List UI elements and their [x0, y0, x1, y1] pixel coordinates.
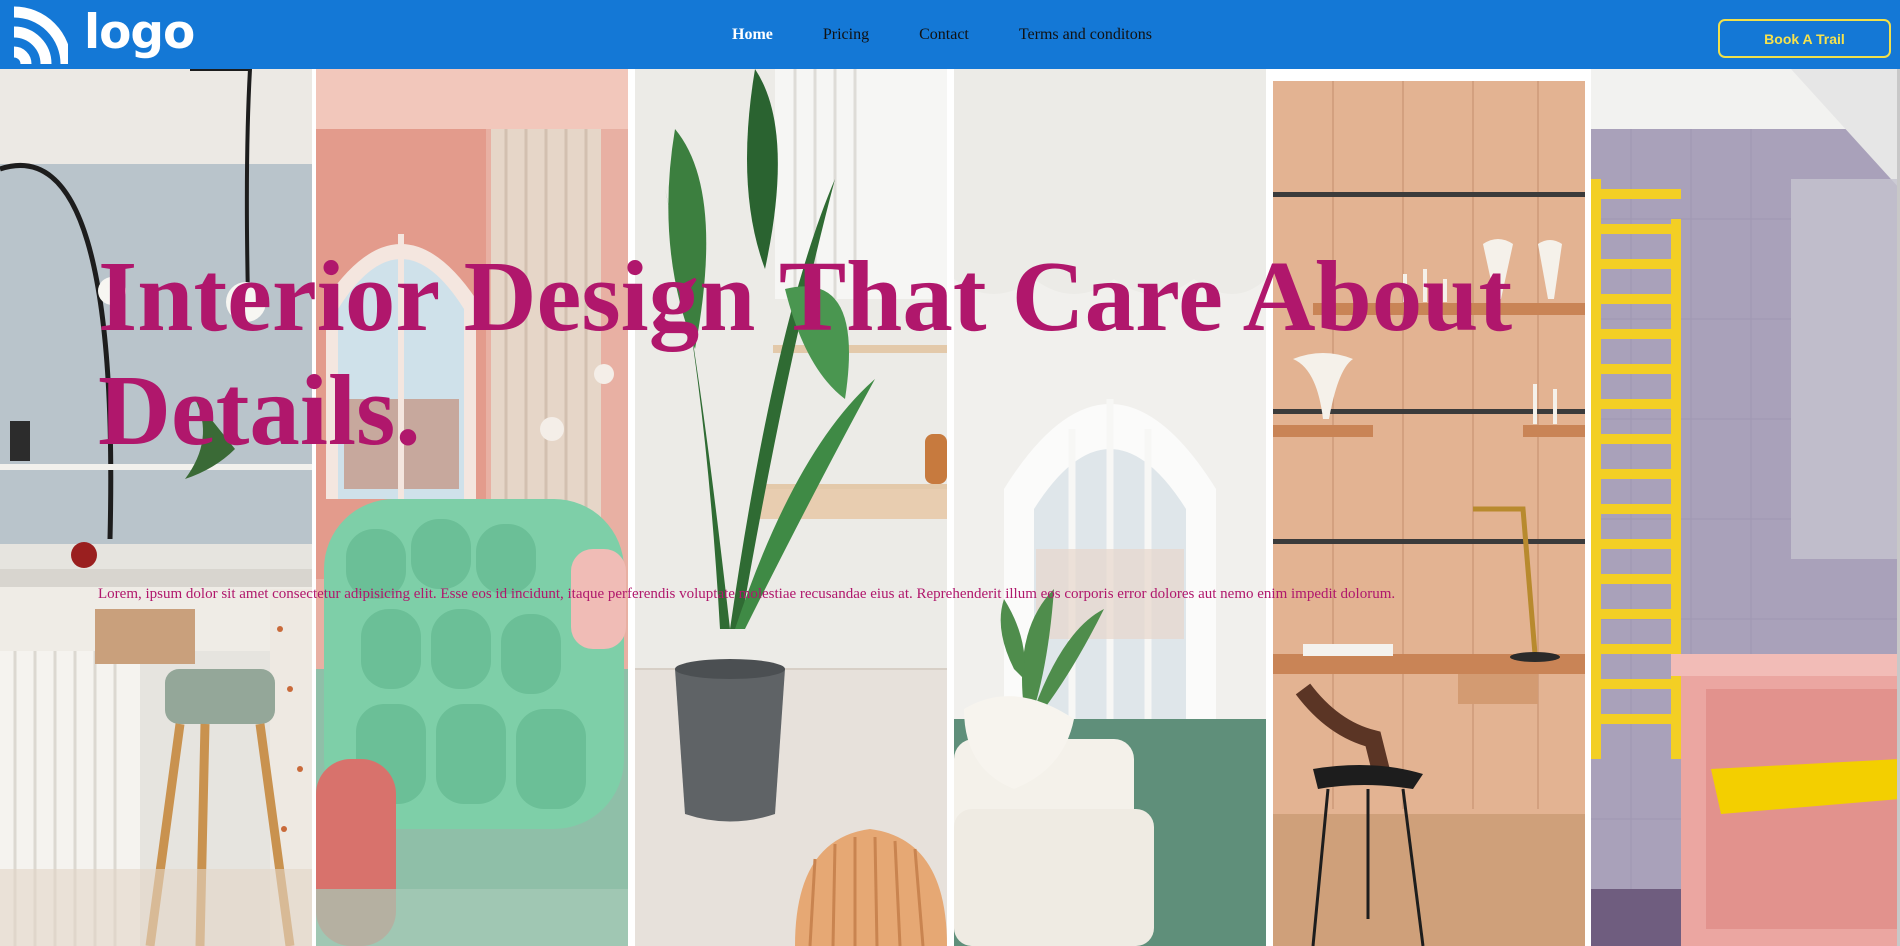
nav-link-terms[interactable]: Terms and conditons	[1019, 26, 1152, 44]
gallery-image-plant-corner	[635, 69, 947, 946]
main-nav: Home Pricing Contact Terms and conditons	[732, 0, 1202, 69]
gallery-image-living-room	[316, 69, 628, 946]
book-trail-button[interactable]: Book A Trail	[1718, 19, 1891, 58]
gallery-image-kitchen	[0, 69, 312, 946]
nav-link-home[interactable]: Home	[732, 26, 773, 44]
hero-title: Interior Design That Care About Details.	[98, 240, 1513, 466]
gallery-image-bathroom	[1591, 69, 1900, 946]
nav-link-pricing[interactable]: Pricing	[823, 26, 869, 44]
hero-description: Lorem, ipsum dolor sit amet consectetur …	[98, 586, 1396, 602]
nav-link-contact[interactable]: Contact	[919, 26, 969, 44]
wifi-arcs-icon	[13, 6, 68, 65]
gallery-image-arch-window	[954, 69, 1266, 946]
top-navbar: logo Home Pricing Contact Terms and cond…	[0, 0, 1900, 69]
hero-gallery: Interior Design That Care About Details.…	[0, 69, 1900, 946]
logo[interactable]: logo	[8, 4, 195, 66]
logo-text: logo	[84, 4, 195, 60]
gallery-image-study-desk	[1273, 69, 1585, 946]
